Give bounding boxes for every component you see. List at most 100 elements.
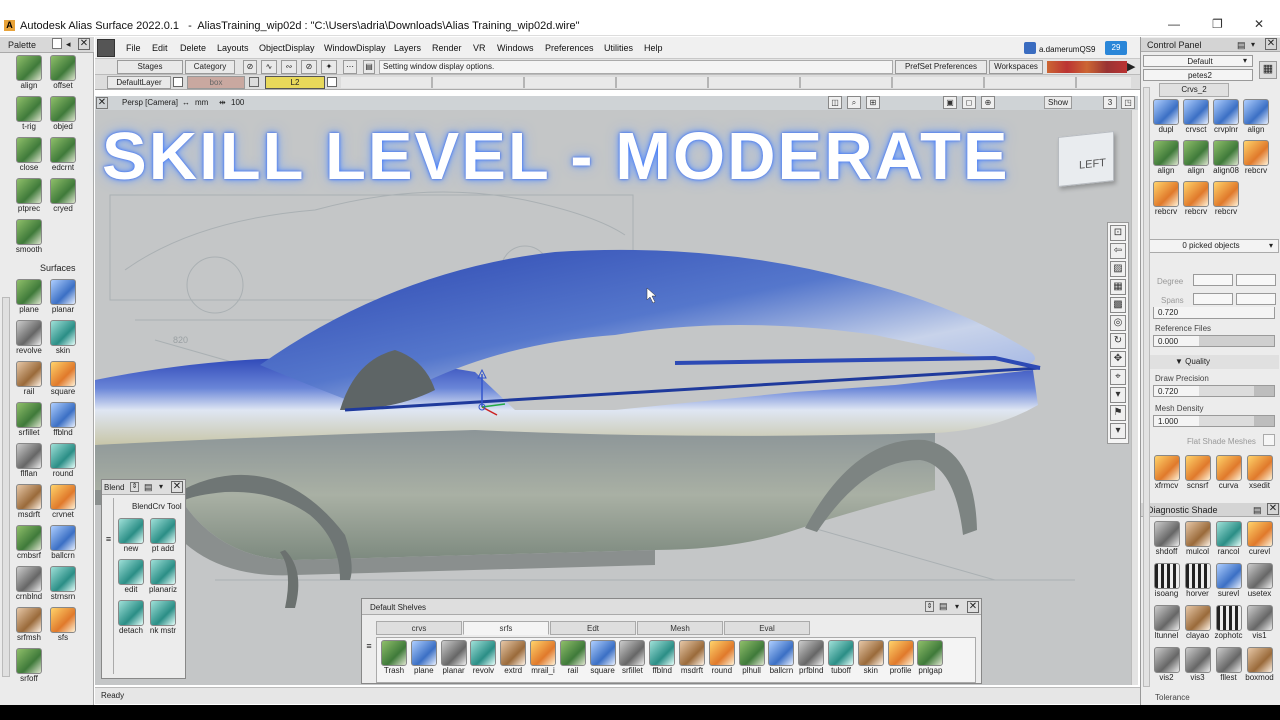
tool-plhull[interactable]: plhull xyxy=(737,640,767,680)
cp-name-field[interactable]: petes2 xyxy=(1143,69,1253,81)
link-master-icon[interactable] xyxy=(150,600,176,626)
close-curve-icon[interactable] xyxy=(16,137,42,163)
mesh-density-field[interactable]: 1.000 xyxy=(1153,415,1275,427)
align-icon[interactable] xyxy=(1243,99,1269,125)
layer-checkbox[interactable] xyxy=(173,77,183,87)
curvature-icon[interactable] xyxy=(1215,455,1242,481)
square-icon[interactable] xyxy=(589,640,616,666)
tool-profile[interactable]: profile xyxy=(886,640,916,680)
tool-dupl[interactable]: dupl xyxy=(1151,99,1181,139)
tab-mesh[interactable]: Mesh xyxy=(637,621,723,635)
menu-layouts[interactable]: Layouts xyxy=(217,43,249,53)
curve-tool-icon[interactable]: ∿ xyxy=(261,60,277,74)
tool-align[interactable]: align xyxy=(12,55,46,95)
viewport-scrollbar[interactable] xyxy=(1131,110,1138,685)
planar-icon[interactable] xyxy=(440,640,467,666)
tool-fllest[interactable]: fllest xyxy=(1213,647,1244,687)
tool-srfillet[interactable]: srfillet xyxy=(12,402,46,442)
revolve-icon[interactable] xyxy=(16,320,42,346)
layer-box[interactable]: box xyxy=(187,76,245,89)
scan-surface-icon[interactable] xyxy=(1184,455,1211,481)
fill-test-icon[interactable] xyxy=(1215,647,1242,673)
tool-ballcrn[interactable]: ballcrn xyxy=(766,640,796,680)
tool-msdrft[interactable]: msdrft xyxy=(677,640,707,680)
maximize-button[interactable]: ❐ xyxy=(1212,17,1223,31)
tool-tuboff[interactable]: tuboff xyxy=(826,640,856,680)
tool-ffblnd[interactable]: ffblnd xyxy=(46,402,80,442)
tab-eval[interactable]: Eval xyxy=(724,621,810,635)
view-cube-face[interactable]: LEFT xyxy=(1079,157,1106,172)
tool-usetex[interactable]: usetex xyxy=(1244,563,1275,603)
tool-nk-mstr[interactable]: nk mstr xyxy=(146,600,180,640)
blend-window-grip[interactable]: ≡ xyxy=(104,498,114,674)
tool-sfs[interactable]: sfs xyxy=(46,607,80,647)
frame-all-icon[interactable]: ▣ xyxy=(943,96,957,109)
cp-preset-select[interactable]: Default xyxy=(1143,55,1253,67)
rebuild-curve-icon[interactable] xyxy=(1153,181,1179,207)
layer-l2[interactable]: L2 xyxy=(265,76,325,89)
tool-xfrmcv[interactable]: xfrmcv xyxy=(1151,455,1182,495)
planarize-icon[interactable] xyxy=(150,559,176,585)
menu-preferences[interactable]: Preferences xyxy=(545,43,594,53)
diag-close-icon[interactable]: ✕ xyxy=(1267,503,1279,515)
tool-mulcol[interactable]: mulcol xyxy=(1182,521,1213,561)
layers-icon[interactable]: ▨ xyxy=(1110,261,1126,277)
cv-display-icon[interactable]: ▩ xyxy=(1110,297,1126,313)
tool-vis1[interactable]: vis1 xyxy=(1244,605,1275,645)
tool-planariz[interactable]: planariz xyxy=(146,559,180,599)
zoom-fit-icon[interactable]: ⊡ xyxy=(1110,225,1126,241)
transform-cv-icon[interactable] xyxy=(1153,455,1180,481)
revolve-icon[interactable] xyxy=(470,640,497,666)
tool-align[interactable]: align xyxy=(1181,140,1211,180)
cp-grid-icon[interactable]: ▦ xyxy=(1259,61,1277,79)
tool-offset[interactable]: offset xyxy=(46,55,80,95)
blend-sort-icon[interactable]: ⇕ xyxy=(130,482,139,492)
tool-srfmsh[interactable]: srfmsh xyxy=(12,607,46,647)
surface-fillet-icon[interactable] xyxy=(619,640,646,666)
move-icon[interactable]: ✥ xyxy=(1110,351,1126,367)
category-button[interactable]: Category xyxy=(185,60,235,74)
align-icon[interactable] xyxy=(1213,140,1239,166)
tool-prfblnd[interactable]: prfblnd xyxy=(796,640,826,680)
tool-clayao[interactable]: clayao xyxy=(1182,605,1213,645)
degree-field-2[interactable] xyxy=(1236,274,1276,286)
align-icon[interactable] xyxy=(1153,140,1179,166)
value-720-field[interactable]: 0.720 xyxy=(1153,307,1275,319)
tool-align08[interactable]: align08 xyxy=(1211,140,1241,180)
shelves-sort-icon[interactable]: ⇕ xyxy=(925,601,934,612)
wave-tool-icon[interactable]: ∾ xyxy=(281,60,297,74)
default-layer-button[interactable]: DefaultLayer xyxy=(107,76,171,89)
tag-icon[interactable]: ⌖ xyxy=(1110,369,1126,385)
tool-rebcrv[interactable]: rebcrv xyxy=(1211,181,1241,221)
freeform-blend-icon[interactable] xyxy=(649,640,676,666)
tool-crvplnr[interactable]: crvplnr xyxy=(1211,99,1241,139)
tool-round[interactable]: round xyxy=(46,443,80,483)
menu-utilities[interactable]: Utilities xyxy=(604,43,633,53)
surface-offset-icon[interactable] xyxy=(16,648,42,674)
cp-scrollbar[interactable] xyxy=(1143,87,1150,687)
tool-isoang[interactable]: isoang xyxy=(1151,563,1182,603)
more-down-icon[interactable]: ▾ xyxy=(1110,423,1126,439)
palette-close-icon[interactable]: ✕ xyxy=(78,38,90,50)
panel-gap-icon[interactable] xyxy=(917,640,944,666)
tool-cryed[interactable]: cryed xyxy=(46,178,80,218)
point-precision-icon[interactable] xyxy=(16,178,42,204)
shade-off-icon[interactable] xyxy=(1153,521,1180,547)
tool-close[interactable]: close xyxy=(12,137,46,177)
tool-pnlgap[interactable]: pnlgap xyxy=(915,640,945,680)
object-edit-icon[interactable] xyxy=(50,96,76,122)
profile-icon[interactable] xyxy=(887,640,914,666)
diag-menu-icon[interactable]: ▤ xyxy=(1253,503,1262,517)
palette-scrollbar[interactable] xyxy=(2,297,10,677)
isoangle-icon[interactable] xyxy=(1153,563,1180,589)
cp-close-icon[interactable]: ✕ xyxy=(1265,38,1277,50)
shelves-grip[interactable]: ≡ xyxy=(364,619,374,681)
prefset-preferences-button[interactable]: PrefSet Preferences xyxy=(895,60,987,74)
tool-trash[interactable]: Trash xyxy=(379,640,409,680)
tool-cmbsrf[interactable]: cmbsrf xyxy=(12,525,46,565)
tool-t-rig[interactable]: t-rig xyxy=(12,96,46,136)
plane-icon[interactable] xyxy=(410,640,437,666)
cross-section-edit-icon[interactable] xyxy=(1246,455,1273,481)
transform-rig-icon[interactable] xyxy=(16,96,42,122)
tool-rebcrv[interactable]: rebcrv xyxy=(1241,140,1271,180)
